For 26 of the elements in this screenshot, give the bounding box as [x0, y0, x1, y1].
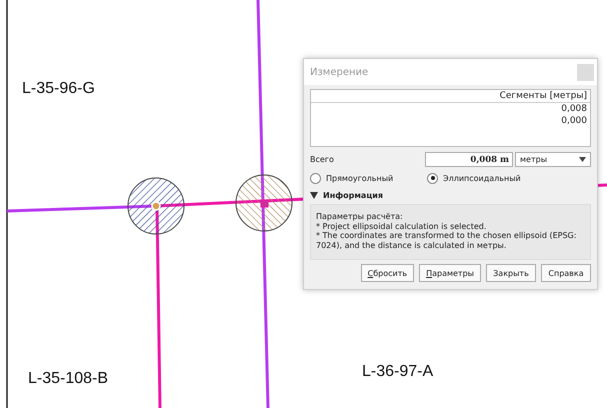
point-marker: [260, 200, 268, 208]
radio-button[interactable]: [310, 172, 321, 184]
point-marker: [151, 201, 161, 211]
sheet-label: L-36-97-A: [362, 363, 434, 381]
table-cell-text: 0,008: [560, 103, 588, 115]
total-label: Всего: [310, 155, 335, 164]
dialog-title: Измерение: [310, 66, 368, 78]
hatched-circle: [128, 178, 184, 234]
radio-label[interactable]: Эллипсоидальный: [443, 174, 521, 182]
section-header[interactable]: Информация: [323, 190, 383, 200]
caret-icon[interactable]: [579, 157, 586, 162]
dialog-button[interactable]: Сбросить: [360, 264, 414, 282]
dialog-button[interactable]: Параметры: [419, 264, 481, 282]
hatched-circle: [236, 174, 292, 232]
table-cell-text: 0,000: [560, 115, 588, 127]
unit-dropdown[interactable]: метры: [515, 152, 591, 167]
radio-label[interactable]: Прямоугольный: [326, 174, 394, 182]
info-text: Параметры расчёта: * Project ellipsoidal calculation is selected. * The coordinates are transformed to the chosen ellipsoid (EPSG: 7024), and the distance is calculated in метры.: [310, 204, 591, 260]
sheet-label: L-35-96-G: [22, 80, 95, 98]
collapse-icon[interactable]: [310, 192, 318, 198]
total-field[interactable]: 0,008 m: [425, 152, 513, 167]
dialog-button[interactable]: Справка: [541, 264, 591, 282]
column-header: Сегменты [метры]: [311, 90, 590, 103]
dialog-button[interactable]: Закрыть: [486, 264, 536, 282]
sheet-label: L-35-108-B: [28, 370, 108, 388]
radio-button[interactable]: [427, 172, 438, 184]
